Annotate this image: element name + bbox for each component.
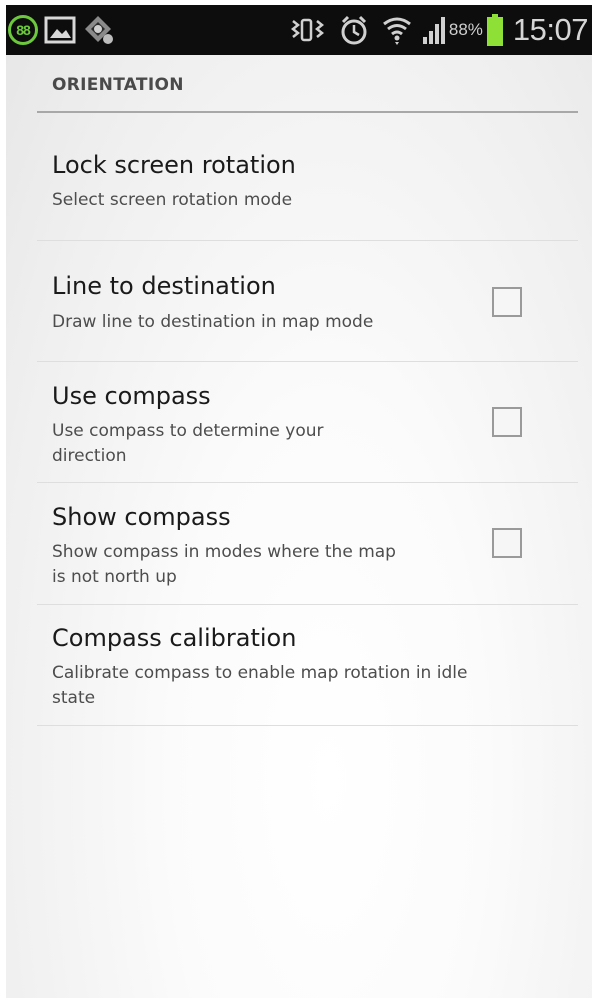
pref-line-to-destination[interactable]: Line to destination Draw line to destina…: [37, 241, 578, 362]
pref-summary: Calibrate compass to enable map rotation…: [52, 661, 467, 711]
section-header: ORIENTATION: [37, 55, 578, 113]
nfc-vibrate-icon: [290, 15, 328, 45]
signal-icon: [422, 15, 448, 45]
pref-summary-line: is not north up: [52, 567, 177, 587]
pref-use-compass[interactable]: Use compass Use compass to determine you…: [37, 362, 578, 483]
pref-summary: Use compass to determine your direction: [52, 419, 323, 469]
notification-count: 88: [16, 22, 31, 38]
pref-lock-screen-rotation[interactable]: Lock screen rotation Select screen rotat…: [37, 113, 578, 241]
pref-show-compass[interactable]: Show compass Show compass in modes where…: [37, 483, 578, 605]
battery-icon: [486, 14, 503, 46]
pref-title: Use compass: [52, 382, 211, 410]
pref-title: Compass calibration: [52, 624, 297, 652]
clock: 15:07: [512, 12, 589, 47]
wifi-icon: [382, 14, 412, 46]
status-bar: 88 88% 15:07: [6, 5, 592, 55]
notification-count-badge: 88: [8, 15, 38, 45]
status-bar-left: 88: [8, 10, 116, 50]
line-to-destination-checkbox[interactable]: [492, 287, 522, 317]
pref-summary-line: state: [52, 688, 96, 708]
app-icon: [82, 13, 116, 47]
pref-compass-calibration[interactable]: Compass calibration Calibrate compass to…: [37, 605, 578, 726]
pref-summary-line: direction: [52, 446, 127, 466]
screen: 88 88% 15:07 ORIENTATION Lock screen rot…: [6, 5, 592, 998]
pref-summary-line: Show compass in modes where the map: [52, 542, 396, 562]
pref-title: Show compass: [52, 503, 231, 531]
battery-percent: 88%: [448, 20, 483, 39]
status-bar-right: 88% 15:07: [290, 10, 589, 50]
show-compass-checkbox[interactable]: [492, 528, 522, 558]
pref-summary-line: Use compass to determine your: [52, 421, 324, 441]
pref-summary: Show compass in modes where the map is n…: [52, 540, 396, 590]
preference-list: Lock screen rotation Select screen rotat…: [37, 113, 578, 726]
pref-summary: Select screen rotation mode: [52, 190, 293, 210]
pref-title: Lock screen rotation: [52, 151, 296, 179]
alarm-icon: [340, 14, 368, 46]
pref-title: Line to destination: [52, 272, 276, 300]
use-compass-checkbox[interactable]: [492, 407, 522, 437]
pref-summary: Draw line to destination in map mode: [52, 312, 374, 332]
gallery-icon: [44, 15, 76, 45]
pref-summary-line: Calibrate compass to enable map rotation…: [52, 663, 468, 683]
section-title: ORIENTATION: [52, 75, 184, 95]
